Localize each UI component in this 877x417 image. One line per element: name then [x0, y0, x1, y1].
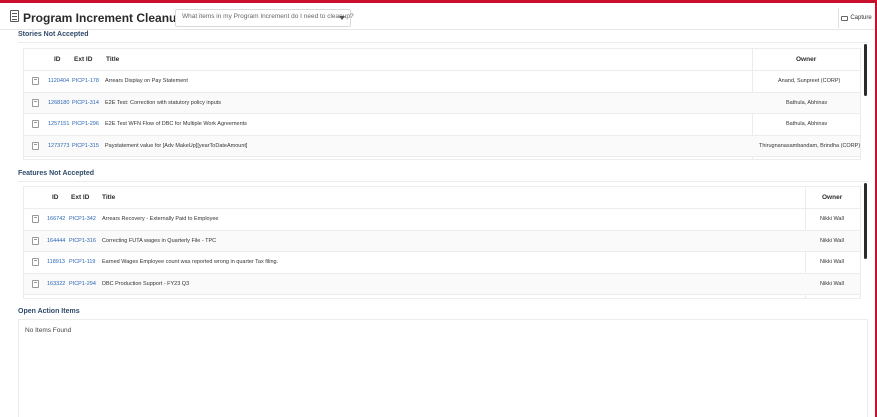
row-ext-id-link[interactable]: PICP1-296 — [72, 121, 99, 127]
stories-table-header: ID Ext ID Title Owner — [24, 49, 860, 71]
row-id-link[interactable]: 1273773 — [48, 143, 69, 149]
row-ext-id-link[interactable]: PICP1-314 — [72, 100, 99, 106]
stories-table: ID Ext ID Title Owner 1120404 PICP1-178 … — [23, 48, 861, 160]
divider — [18, 42, 868, 43]
row-owner: Anand, Sunpreet (CORP) — [778, 78, 841, 84]
row-title: E2E Test: Correction with statutory poli… — [105, 99, 222, 106]
row-id-link[interactable]: 118913 — [47, 259, 65, 265]
report-header: Program Increment Cleanup Report What it… — [0, 3, 875, 30]
features-table-body: 166742 PICP1-342 Arrears Recovery - Exte… — [24, 209, 860, 295]
stories-table-body: 1120404 PICP1-178 Arrears Display on Pay… — [24, 71, 860, 157]
row-title: Earned Wages Employee count was reported… — [102, 259, 279, 265]
features-table-header: ID Ext ID Title Owner — [24, 187, 860, 209]
story-icon — [32, 98, 39, 107]
capture-label: Capture — [850, 15, 872, 21]
features-table: ID Ext ID Title Owner 166742 PICP1-342 A… — [23, 186, 861, 299]
row-title: Arrears Recovery - Externally Paid to Em… — [102, 216, 219, 222]
table-row: 1120404 PICP1-178 Arrears Display on Pay… — [24, 71, 860, 93]
column-header-id[interactable]: ID — [54, 56, 61, 63]
row-owner: Nikki Wall — [820, 280, 844, 287]
table-row: 1268180 PICP1-314 E2E Test: Correction w… — [24, 92, 860, 114]
table-row: 118913 PICP1-119 Earned Wages Employee c… — [24, 252, 860, 274]
column-header-id[interactable]: ID — [52, 194, 59, 201]
feature-icon — [32, 258, 39, 266]
row-title: E2E Test WFN Flow of DBC for Multiple Wo… — [105, 121, 247, 127]
row-owner: Nikki Wall — [820, 216, 844, 222]
column-header-owner[interactable]: Owner — [796, 56, 816, 63]
column-header-title[interactable]: Title — [102, 194, 115, 201]
row-id-link[interactable]: 1268180 — [48, 100, 69, 106]
row-owner: Thirugnanasambandam, Brindha (CORP) — [759, 142, 861, 149]
action-items-section-title: Open Action Items — [18, 308, 80, 315]
row-id-link[interactable]: 1257151 — [48, 121, 69, 127]
row-title: Arrears Display on Pay Statement — [105, 78, 188, 84]
row-ext-id-link[interactable]: PICP1-119 — [69, 259, 96, 265]
row-ext-id-link[interactable]: PICP1-178 — [72, 78, 99, 84]
feature-icon — [32, 215, 39, 223]
row-owner: Bathula, Abhinav — [786, 99, 828, 106]
stories-section-title: Stories Not Accepted — [18, 31, 89, 38]
empty-state-message: No Items Found — [25, 327, 72, 334]
action-items-panel: No Items Found — [18, 320, 868, 417]
row-title: DBC Production Support - FY23 Q3 — [102, 280, 190, 287]
feature-icon — [32, 279, 39, 288]
document-icon — [10, 10, 19, 22]
column-header-owner[interactable]: Owner — [822, 194, 842, 201]
story-icon — [32, 141, 39, 150]
stories-scrollbar[interactable] — [864, 44, 867, 96]
column-header-ext-id[interactable]: Ext ID — [74, 56, 92, 63]
table-row: 166742 PICP1-342 Arrears Recovery - Exte… — [24, 209, 860, 231]
row-id-link[interactable]: 1120404 — [48, 78, 69, 84]
row-owner: Nikki Wall — [820, 259, 844, 265]
row-ext-id-link[interactable]: PICP1-316 — [69, 238, 96, 244]
row-id-link[interactable]: 164444 — [47, 238, 65, 244]
column-header-title[interactable]: Title — [106, 56, 119, 63]
divider — [18, 181, 868, 182]
row-id-link[interactable]: 163322 — [47, 281, 65, 287]
feature-icon — [32, 236, 39, 245]
row-id-link[interactable]: 166742 — [47, 216, 65, 222]
capture-button[interactable]: Capture — [838, 8, 874, 28]
row-ext-id-link[interactable]: PICP1-294 — [69, 281, 96, 287]
row-title: Paystatement value for [Adv MakeUp][year… — [105, 142, 248, 149]
row-owner: Nikki Wall — [820, 237, 844, 244]
row-ext-id-link[interactable]: PICP1-342 — [69, 216, 96, 222]
table-row: 1273773 PICP1-315 Paystatement value for… — [24, 135, 861, 157]
report-question-dropdown[interactable]: What items in my Program Increment do I … — [175, 9, 354, 27]
dropdown-selected-value: What items in my Program Increment do I … — [182, 13, 354, 20]
table-row: 163322 PICP1-294 DBC Production Support … — [24, 273, 860, 295]
table-row: 164444 PICP1-316 Correcting FUTA wages i… — [24, 230, 860, 252]
chevron-down-icon — [339, 16, 345, 20]
features-section-title: Features Not Accepted — [18, 170, 94, 177]
row-owner: Bathula, Abhinav — [786, 121, 828, 127]
features-scrollbar[interactable] — [864, 183, 867, 259]
story-icon — [32, 77, 39, 85]
column-header-ext-id[interactable]: Ext ID — [71, 194, 89, 201]
row-ext-id-link[interactable]: PICP1-315 — [72, 143, 99, 149]
story-icon — [32, 120, 39, 128]
table-row: 1257151 PICP1-296 E2E Test WFN Flow of D… — [24, 114, 860, 136]
row-title: Correcting FUTA wages in Quarterly File … — [102, 237, 217, 244]
camera-icon — [841, 15, 849, 21]
